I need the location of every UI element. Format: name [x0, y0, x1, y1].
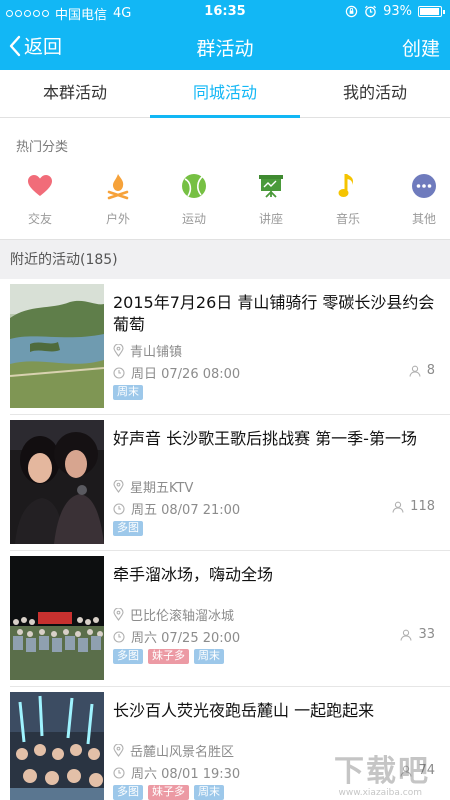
tag: 多图	[113, 521, 143, 536]
location-text: 岳麓山风景名胜区	[130, 745, 235, 760]
activity-item[interactable]: 好声音 长沙歌王歌后挑战赛 第一季-第一场 星期五KTV 周五 08/07 21…	[0, 415, 450, 551]
tag: 多图	[113, 785, 143, 800]
tag: 多图	[113, 649, 143, 664]
activity-tags: 多图 妹子多 周末	[113, 785, 224, 800]
tag: 周末	[113, 385, 143, 400]
alarm-icon	[365, 5, 377, 18]
activity-tags: 周末	[113, 385, 143, 400]
nav-bar: 返回 群活动 创建	[0, 24, 450, 70]
rotation-lock-icon	[345, 5, 358, 18]
activity-thumbnail	[10, 692, 104, 800]
category-lecture[interactable]: 讲座	[241, 172, 301, 227]
count-text: 8	[426, 363, 435, 378]
nearby-activities-header: 附近的活动(185)	[0, 241, 450, 279]
participant-count: 8	[409, 363, 435, 378]
tag: 周末	[194, 785, 224, 800]
activity-location: 岳麓山风景名胜区	[113, 741, 234, 760]
person-icon	[400, 629, 412, 641]
header: 中国电信 4G 16:35 93% 返回 群活动 创建	[0, 0, 450, 70]
participant-count: 118	[392, 499, 435, 514]
category-label: 交友	[27, 212, 52, 226]
more-icon	[412, 174, 436, 198]
activity-tags: 多图 妹子多 周末	[113, 649, 224, 664]
activity-time: 周五 08/07 21:00	[113, 499, 240, 518]
location-pin-icon	[113, 744, 124, 757]
category-label: 讲座	[258, 212, 283, 226]
activity-time: 周日 07/26 08:00	[113, 363, 240, 382]
music-note-icon	[338, 174, 354, 197]
category-other[interactable]: 其他	[394, 172, 450, 227]
person-icon	[409, 365, 421, 377]
activity-thumbnail	[10, 284, 104, 408]
location-pin-icon	[113, 480, 124, 493]
tag: 妹子多	[148, 649, 189, 664]
activity-time: 周六 07/25 20:00	[113, 627, 240, 646]
count-text: 118	[410, 499, 435, 514]
activity-location: 星期五KTV	[113, 477, 193, 496]
tab-local-activities[interactable]: 同城活动	[150, 70, 300, 118]
watermark-url: www.xiazaiba.com	[338, 788, 422, 798]
tab-bar: 本群活动 同城活动 我的活动	[0, 70, 450, 118]
time-text: 周六 07/25 20:00	[131, 631, 241, 646]
activity-title: 2015年7月26日 青山铺骑行 零碳长沙县约会葡萄	[113, 293, 435, 334]
group-activities-screen: 中国电信 4G 16:35 93% 返回 群活动 创建 本群活动 同城活动 我的…	[0, 0, 450, 800]
tab-my-activities[interactable]: 我的活动	[300, 70, 450, 117]
category-label: 音乐	[335, 212, 360, 226]
activity-item[interactable]: 2015年7月26日 青山铺骑行 零碳长沙县约会葡萄 青山铺镇 周日 07/26…	[0, 279, 450, 415]
activity-thumbnail	[10, 556, 104, 680]
activity-tags: 多图	[113, 521, 143, 536]
page-title: 群活动	[196, 38, 254, 60]
category-label: 运动	[181, 212, 206, 226]
clock-icon	[113, 630, 125, 643]
category-music[interactable]: 音乐	[318, 172, 378, 227]
activity-title: 牵手溜冰场，嗨动全场	[113, 565, 274, 584]
activity-thumbnail	[10, 420, 104, 544]
watermark-logo: 下载吧	[334, 754, 430, 789]
activity-title: 长沙百人荧光夜跑岳麓山 一起跑起来	[113, 701, 375, 720]
categories-heading: 热门分类	[16, 140, 69, 155]
activity-time: 周六 08/01 19:30	[113, 763, 240, 782]
activity-list: 2015年7月26日 青山铺骑行 零碳长沙县约会葡萄 青山铺镇 周日 07/26…	[0, 279, 450, 800]
location-pin-icon	[113, 608, 124, 621]
location-pin-icon	[113, 344, 124, 357]
category-sports[interactable]: 运动	[164, 172, 224, 227]
hot-categories: 热门分类 交友 户外 运动 讲座 音乐 其他	[0, 118, 450, 240]
battery-percent: 93%	[383, 4, 412, 19]
count-text: 33	[418, 627, 435, 642]
time-text: 周六 08/01 19:30	[131, 767, 241, 782]
activity-location: 巴比伦滚轴溜冰城	[113, 605, 234, 624]
category-label: 户外	[105, 212, 130, 226]
clock-icon	[113, 366, 125, 379]
tag: 周末	[194, 649, 224, 664]
tab-group-activities[interactable]: 本群活动	[0, 70, 150, 117]
activity-location: 青山铺镇	[113, 341, 182, 360]
battery-icon	[418, 6, 445, 17]
presentation-board-icon	[259, 175, 283, 198]
create-button[interactable]: 创建	[402, 34, 440, 61]
location-text: 青山铺镇	[130, 345, 183, 360]
location-text: 巴比伦滚轴溜冰城	[130, 609, 235, 624]
person-icon	[392, 501, 404, 513]
campfire-icon	[107, 174, 129, 200]
activity-title: 好声音 长沙歌王歌后挑战赛 第一季-第一场	[113, 429, 417, 448]
activity-item[interactable]: 牵手溜冰场，嗨动全场 巴比伦滚轴溜冰城 周六 07/25 20:00 33 多图…	[0, 551, 450, 687]
ball-icon	[182, 174, 206, 198]
category-outdoor[interactable]: 户外	[88, 172, 148, 227]
participant-count: 33	[400, 627, 435, 642]
category-label: 其他	[411, 212, 436, 226]
clock-icon	[113, 766, 125, 779]
category-dating[interactable]: 交友	[10, 172, 70, 227]
clock-icon	[113, 502, 125, 515]
time-text: 周日 07/26 08:00	[131, 367, 241, 382]
heart-icon	[28, 175, 52, 196]
location-text: 星期五KTV	[130, 481, 194, 496]
time-text: 周五 08/07 21:00	[131, 503, 241, 518]
status-right: 93%	[345, 4, 445, 19]
status-bar: 中国电信 4G 16:35 93%	[0, 0, 450, 24]
tag: 妹子多	[148, 785, 189, 800]
